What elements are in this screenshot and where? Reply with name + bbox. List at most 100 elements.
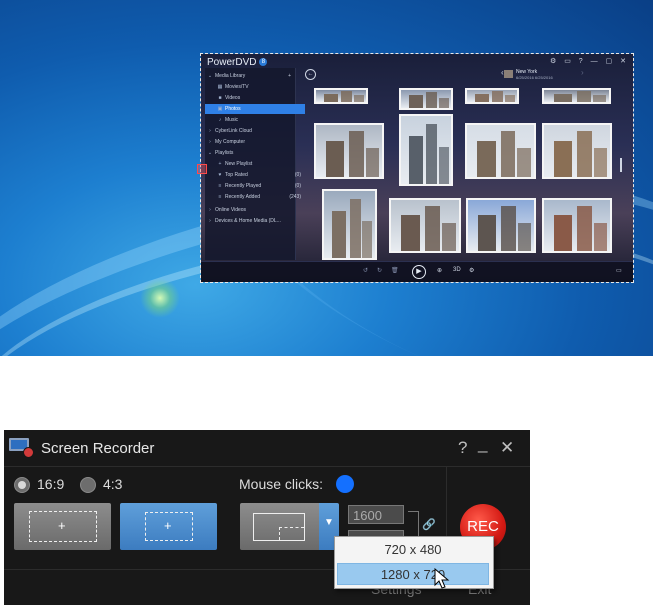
mouse-cursor-icon	[434, 568, 450, 589]
music-icon: ♪	[218, 117, 222, 123]
folder-location: New York 6/25/2016 6/25/2016	[516, 69, 553, 81]
sidebar-item-label: Recently Played	[225, 183, 262, 189]
mouse-clicks-label: Mouse clicks:	[239, 476, 324, 492]
plus-icon: +	[218, 161, 222, 167]
settings-icon[interactable]: ⚙	[469, 267, 474, 274]
radio-4-3[interactable]	[80, 477, 96, 493]
powerdvd-sidebar: ⌄ Media Library + ▦ Movies/TV ■ Videos ▣ Photos ♪…	[205, 68, 305, 260]
size-preset-dropdown[interactable]	[240, 503, 319, 550]
fullscreen-capture-button[interactable]: +	[14, 503, 111, 550]
photo-thumbnail[interactable]	[465, 123, 536, 179]
sidebar-item-label: New Playlist	[225, 161, 253, 167]
chevron-right-icon: ›	[209, 218, 211, 224]
sidebar-item[interactable]: › Devices & Home Media (DL...	[205, 216, 295, 226]
sidebar-item[interactable]: ♥ Top Rated (0)	[205, 170, 305, 180]
folder-date: 6/25/2016 6/25/2016	[516, 75, 553, 80]
chevron-down-icon: ⌄	[207, 150, 213, 156]
sidebar-item-label: Music	[225, 117, 239, 123]
sidebar-item-label: Photos	[225, 106, 241, 112]
powerdvd-playback-bar: ↺ ↻ 🗑 ▶ ⊕ 3D ⚙ ▭	[201, 261, 633, 282]
photo-icon: ▣	[217, 106, 223, 112]
sidebar-item[interactable]: ♪ Music	[205, 115, 305, 125]
screen-recorder-icon	[9, 438, 34, 458]
sidebar-item-label: Top Rated	[225, 172, 248, 178]
film-icon: ▦	[217, 84, 223, 90]
region-capture-button[interactable]: +	[120, 503, 217, 550]
close-button[interactable]: ✕	[500, 438, 514, 458]
sidebar-item[interactable]: ▣ Photos	[205, 104, 305, 114]
radio-16-9[interactable]	[14, 477, 30, 493]
video-icon: ■	[218, 95, 222, 101]
photo-thumbnail[interactable]	[542, 198, 612, 253]
sidebar-item[interactable]: › CyberLink Cloud	[205, 126, 295, 136]
list-icon: ≡	[218, 194, 222, 200]
powerdvd-title: PowerDVD 8	[207, 57, 268, 68]
3d-toggle[interactable]: 3D	[453, 267, 461, 273]
next-folder-icon[interactable]: ›	[581, 68, 584, 77]
radio-4-3-label: 4:3	[103, 476, 123, 492]
sidebar-item-count: (0)	[294, 183, 301, 189]
chevron-down-icon: ⌄	[207, 73, 213, 79]
radio-16-9-label: 16:9	[37, 476, 65, 492]
sidebar-item-label: My Computer	[215, 139, 246, 145]
delete-icon[interactable]: 🗑	[391, 267, 399, 274]
sidebar-item-label: Recently Added	[225, 194, 261, 200]
zoom-icon[interactable]: ⊕	[437, 267, 442, 274]
folder-thumbnail	[504, 70, 513, 78]
powerdvd-version-badge: 8	[259, 58, 268, 67]
photo-thumbnail[interactable]	[466, 198, 536, 253]
wallpaper-glow	[140, 278, 180, 318]
mouse-click-color-swatch[interactable]	[336, 475, 354, 493]
sidebar-item-label: Movies/TV	[225, 84, 249, 90]
photo-thumbnail[interactable]	[399, 114, 453, 186]
back-icon[interactable]: ←	[305, 69, 316, 80]
sidebar-item[interactable]: ▦ Movies/TV	[205, 82, 305, 92]
window-title: Screen Recorder	[41, 440, 155, 457]
powerdvd-window[interactable]: PowerDVD 8 ⚙ ▭ ? — ▢ ✕ ⌄ Media Library + ▦ Mo…	[200, 53, 634, 283]
sidebar-item[interactable]: › Online Videos	[205, 205, 295, 215]
sidebar-item[interactable]: ⌄ Playlists	[205, 148, 295, 158]
desktop-background: PowerDVD 8 ⚙ ▭ ? — ▢ ✕ ⌄ Media Library + ▦ Mo…	[0, 0, 653, 356]
heart-icon: ♥	[218, 172, 222, 178]
scrollbar-thumb[interactable]	[620, 158, 622, 172]
sidebar-item[interactable]: ■ Videos	[205, 93, 305, 103]
powerdvd-title-text: PowerDVD	[207, 57, 257, 68]
photo-thumbnail[interactable]	[542, 123, 612, 179]
minimize-button[interactable]: _	[478, 434, 487, 454]
menu-item-1280x720[interactable]: 1280 x 720	[337, 563, 489, 585]
width-input[interactable]: 1600	[348, 505, 404, 524]
sidebar-item[interactable]: › My Computer	[205, 137, 295, 147]
sidebar-item[interactable]: ≡ Recently Added (243)	[205, 192, 305, 202]
sidebar-item[interactable]: ⌄ Media Library +	[205, 71, 295, 81]
photo-thumbnail[interactable]	[542, 88, 611, 104]
plus-icon: +	[58, 518, 66, 533]
sidebar-item-label: Online Videos	[215, 207, 247, 213]
help-button[interactable]: ?	[458, 438, 467, 458]
lock-icon[interactable]: 🔗	[422, 518, 436, 531]
photo-thumbnail[interactable]	[399, 88, 453, 110]
photo-thumbnail[interactable]	[314, 88, 368, 104]
photo-thumbnail[interactable]	[465, 88, 519, 104]
play-icon[interactable]: ▶	[412, 265, 426, 279]
rotate-left-icon[interactable]: ↺	[363, 267, 368, 274]
rotate-right-icon[interactable]: ↻	[377, 267, 382, 274]
photo-thumbnail[interactable]	[322, 189, 377, 260]
sidebar-item-label: Media Library	[215, 73, 246, 79]
powerdvd-window-controls[interactable]: ⚙ ▭ ? — ▢ ✕	[550, 57, 629, 65]
powerdvd-navbar: ← ‹ New York 6/25/2016 6/25/2016 › ⟳ ▦	[301, 68, 629, 82]
photo-thumbnail[interactable]	[389, 198, 461, 253]
chevron-down-icon: ▼	[324, 517, 334, 528]
fullscreen-icon[interactable]: ▭	[616, 267, 622, 274]
resize-handle[interactable]	[197, 164, 207, 174]
sidebar-item-count: (0)	[294, 172, 301, 178]
sidebar-item-count: (243)	[289, 194, 301, 200]
sidebar-item[interactable]: ≡ Recently Played (0)	[205, 181, 305, 191]
photo-thumbnail[interactable]	[314, 123, 384, 179]
sidebar-item-label: Devices & Home Media (DL...	[215, 218, 281, 224]
sidebar-item-count: +	[288, 73, 291, 79]
sidebar-item[interactable]: + New Playlist	[205, 159, 305, 169]
plus-icon: +	[164, 518, 172, 533]
menu-item-720x480[interactable]: 720 x 480	[337, 539, 489, 561]
list-icon: ≡	[218, 183, 222, 189]
chevron-right-icon: ›	[209, 128, 211, 134]
